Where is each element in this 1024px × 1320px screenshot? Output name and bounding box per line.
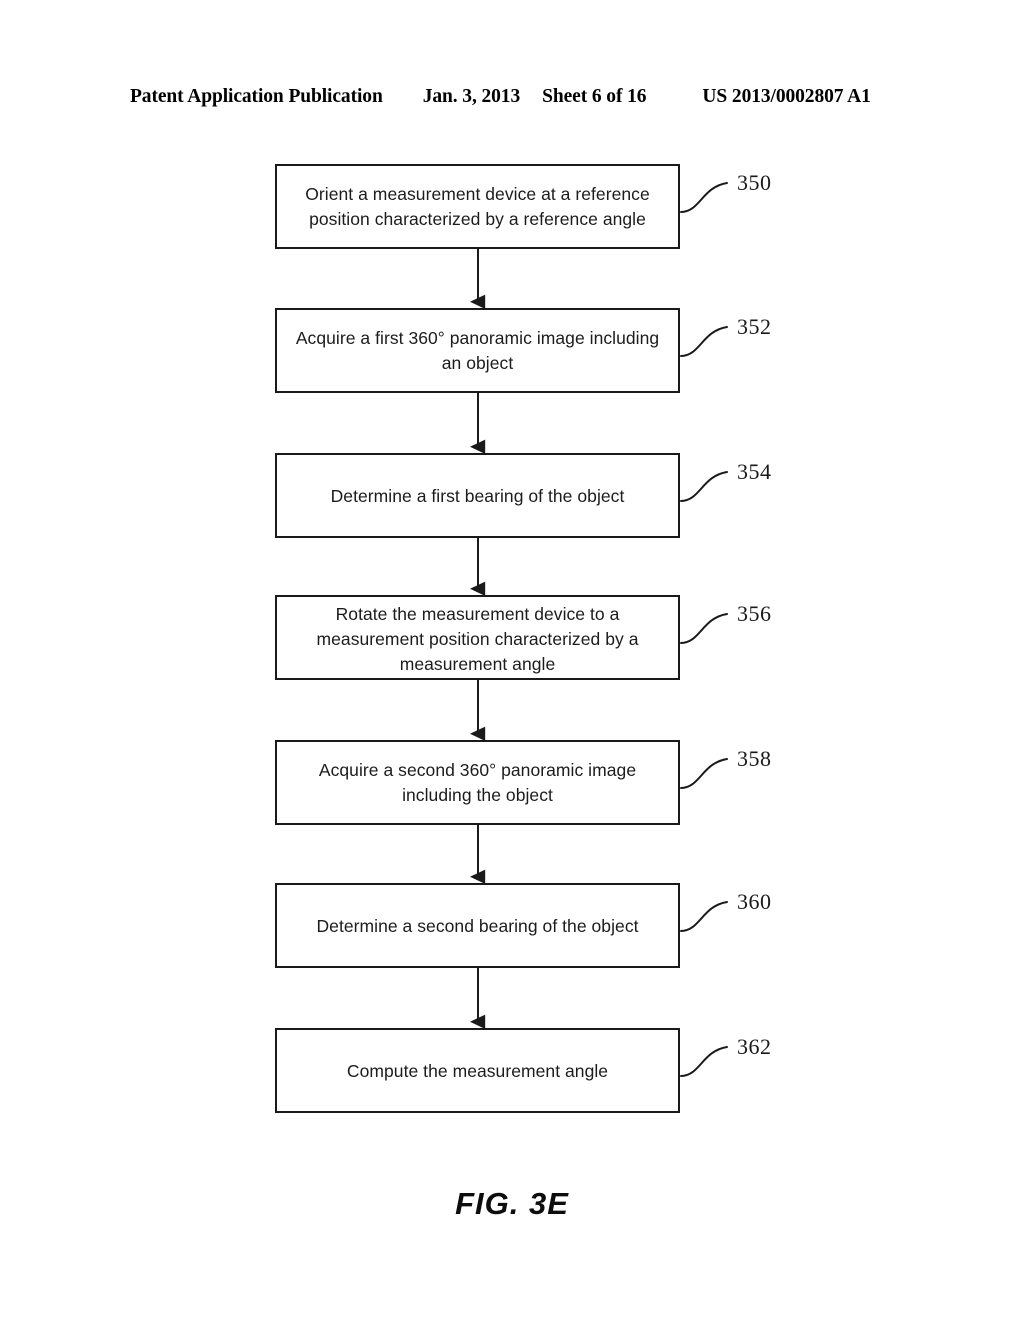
leader-line-362 (680, 1046, 728, 1077)
flow-node-356[interactable]: Rotate the measurement device to a measu… (275, 595, 680, 680)
flowchart-diagram: Orient a measurement device at a referen… (0, 0, 1024, 1320)
flow-node-356-text: Rotate the measurement device to a measu… (316, 604, 639, 674)
leader-line-356 (680, 613, 728, 644)
leader-line-360 (680, 901, 728, 932)
leader-line-352 (680, 326, 728, 357)
ref-number-356: 356 (737, 601, 772, 626)
ref-number-352: 352 (737, 314, 772, 339)
figure-caption: FIG. 3E (455, 1186, 569, 1221)
ref-number-350: 350 (737, 170, 772, 195)
flow-node-354[interactable]: Determine a first bearing of the object (275, 453, 680, 538)
leader-line-350 (680, 182, 728, 213)
flow-node-362-text: Compute the measurement angle (346, 1061, 609, 1081)
flow-node-360-text: Determine a second bearing of the object (316, 916, 639, 936)
flow-node-362[interactable]: Compute the measurement angle (275, 1028, 680, 1113)
flow-node-350[interactable]: Orient a measurement device at a referen… (275, 164, 680, 249)
flow-node-358-text: Acquire a second 360° panoramic image in… (318, 760, 637, 805)
flow-node-358[interactable]: Acquire a second 360° panoramic image in… (275, 740, 680, 825)
leader-line-358 (680, 758, 728, 789)
flow-node-354-text: Determine a first bearing of the object (330, 486, 625, 506)
flow-node-360[interactable]: Determine a second bearing of the object (275, 883, 680, 968)
flow-node-352-text: Acquire a first 360° panoramic image inc… (295, 328, 660, 373)
flow-node-350-text: Orient a measurement device at a referen… (305, 184, 650, 229)
leader-line-354 (680, 471, 728, 502)
ref-number-358: 358 (737, 746, 772, 771)
ref-number-360: 360 (737, 889, 772, 914)
flow-node-352[interactable]: Acquire a first 360° panoramic image inc… (275, 308, 680, 393)
ref-number-354: 354 (737, 459, 772, 484)
ref-number-362: 362 (737, 1034, 772, 1059)
